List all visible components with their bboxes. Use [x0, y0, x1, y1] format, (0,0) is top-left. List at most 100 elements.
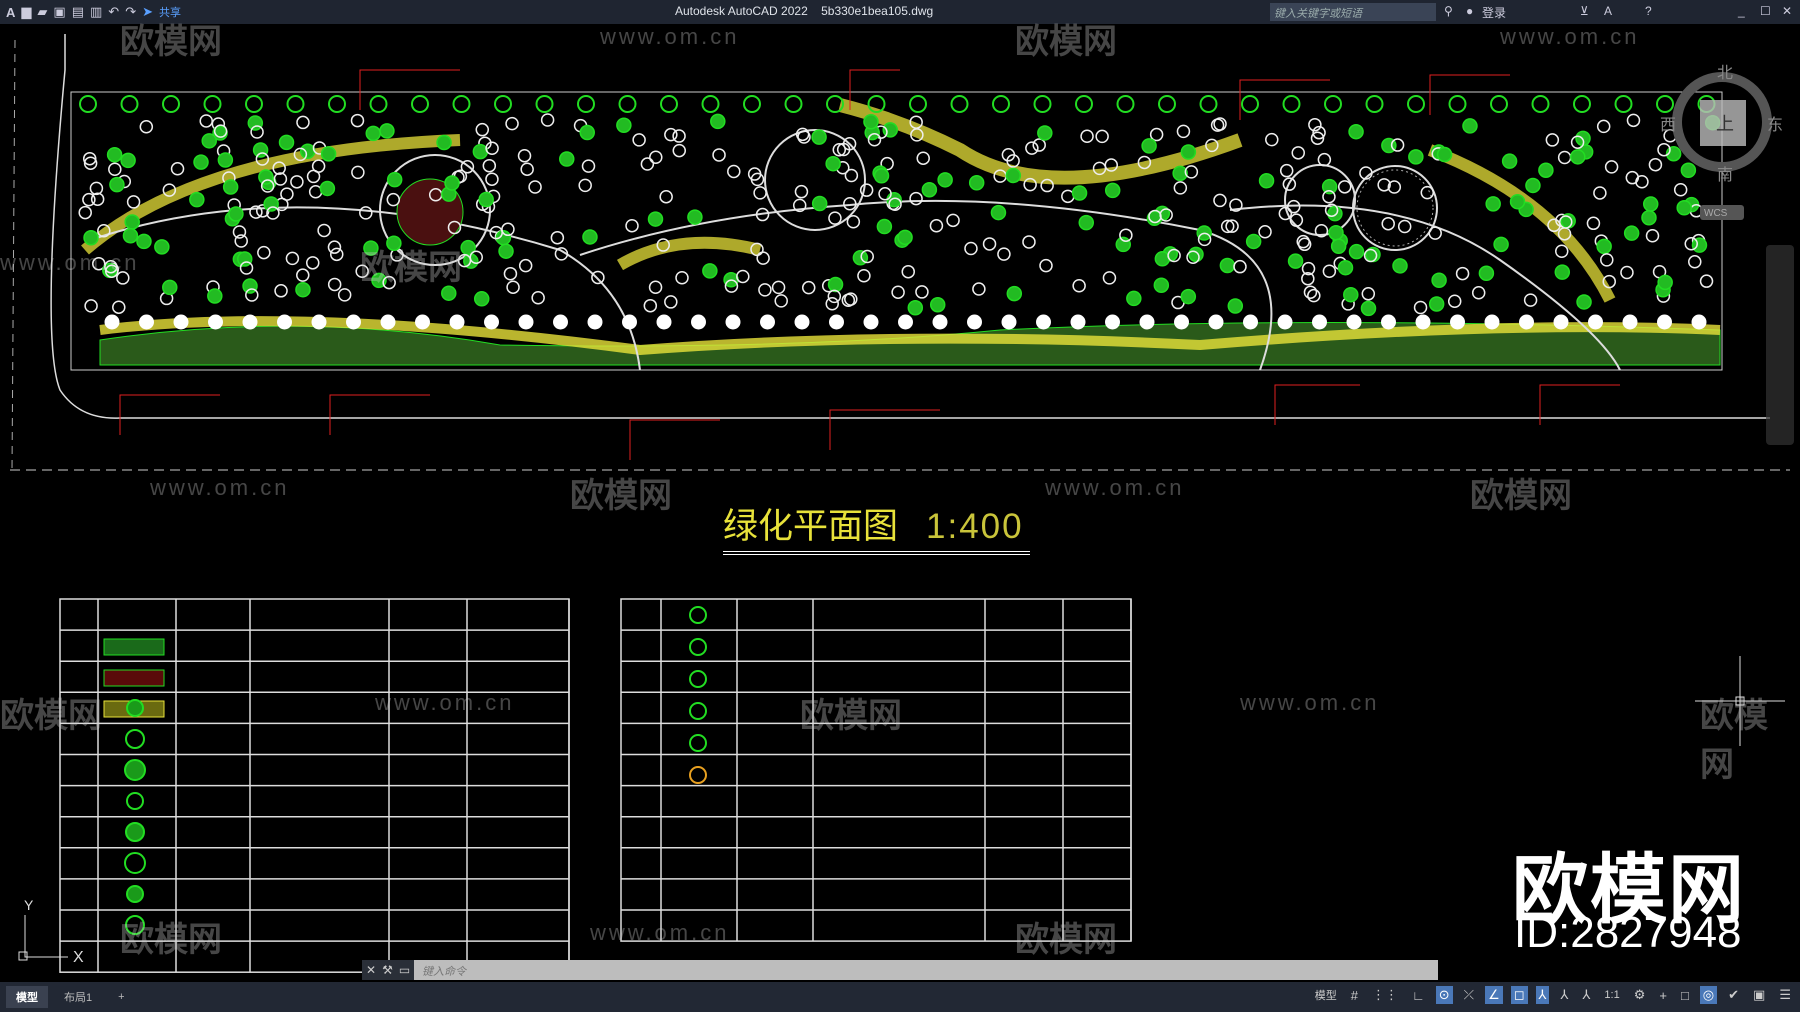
- undo-icon[interactable]: ↶: [108, 4, 119, 20]
- customize-icon[interactable]: ⚒: [382, 963, 393, 977]
- plus-icon[interactable]: +: [1656, 987, 1670, 1004]
- tree-symbol: [1588, 314, 1603, 330]
- tree-symbol: [1277, 314, 1293, 330]
- annotation-scale-icon[interactable]: ⅄: [1579, 986, 1593, 1004]
- ortho-icon[interactable]: ∟: [1409, 987, 1428, 1004]
- shrub-symbol: [736, 269, 750, 284]
- shrub-symbol: [1501, 153, 1518, 169]
- shrub-symbol: [1176, 124, 1191, 139]
- model-space-button[interactable]: 模型: [1312, 986, 1340, 1004]
- viewcube-south[interactable]: 南: [1717, 166, 1733, 184]
- shrub-symbol: [1645, 228, 1660, 243]
- help-icon[interactable]: ?: [1645, 4, 1652, 18]
- viewcube-east[interactable]: 东: [1767, 116, 1783, 134]
- close-button[interactable]: ✕: [1782, 4, 1792, 18]
- shrub-symbol: [379, 123, 395, 139]
- shrub-symbol: [859, 183, 874, 197]
- shrub-symbol: [632, 133, 646, 147]
- shrub-symbol: [78, 205, 92, 220]
- cart-icon[interactable]: ⊻: [1580, 4, 1589, 18]
- shrub-symbol: [82, 192, 96, 207]
- tree-symbol: [1448, 95, 1467, 113]
- tree-symbol: [794, 314, 810, 330]
- tree-symbol: [1033, 95, 1052, 113]
- navigation-bar[interactable]: [1766, 245, 1794, 445]
- shrub-symbol: [1327, 205, 1343, 222]
- wcs-menu[interactable]: WCS: [1704, 208, 1728, 219]
- minimize-button[interactable]: _: [1738, 4, 1745, 18]
- shrub-symbol: [647, 211, 664, 227]
- redo-icon[interactable]: ↷: [125, 4, 136, 20]
- viewcube-north[interactable]: 北: [1717, 64, 1733, 82]
- plot-icon[interactable]: ▥: [90, 4, 102, 20]
- shrub-symbol: [441, 285, 457, 301]
- ucs-y-label: Y: [24, 897, 34, 913]
- shrub-symbol: [258, 169, 274, 185]
- shrub-symbol: [193, 154, 209, 170]
- viewcube-top[interactable]: 上: [1716, 114, 1734, 134]
- tree-symbol: [898, 314, 913, 330]
- shrub-symbol: [664, 295, 678, 309]
- ucs-icon: Y X: [18, 897, 84, 966]
- tree-symbol: [577, 95, 595, 113]
- shrub-symbol: [916, 151, 930, 165]
- viewcube-west[interactable]: 西: [1660, 117, 1676, 134]
- shrub-symbol: [1431, 272, 1447, 288]
- shrub-symbol: [236, 251, 253, 267]
- grid-icon[interactable]: #: [1348, 987, 1361, 1004]
- shrub-symbol: [1657, 274, 1673, 291]
- osnap-icon[interactable]: ◻: [1510, 986, 1528, 1004]
- shrub-symbol: [1022, 235, 1036, 249]
- search-input[interactable]: 键入关键字或短语: [1270, 3, 1436, 21]
- close-command-icon[interactable]: ✕: [366, 963, 376, 977]
- shrub-symbol: [1095, 129, 1109, 144]
- shrub-symbol: [329, 247, 344, 262]
- add-layout-button[interactable]: +: [108, 988, 134, 1006]
- command-line: ✕ ⚒ ▭ 键入命令: [362, 960, 1438, 980]
- isodraft-icon[interactable]: ⤫: [1461, 986, 1477, 1004]
- shrub-symbol: [1328, 224, 1344, 241]
- osnap-tracking-icon[interactable]: ∠: [1485, 986, 1503, 1004]
- share-icon[interactable]: ➤: [142, 4, 153, 20]
- save-icon[interactable]: ▣: [53, 4, 65, 20]
- shrub-symbol: [857, 269, 871, 283]
- clean-screen-icon[interactable]: ▣: [1750, 986, 1768, 1004]
- shrub-symbol: [591, 270, 605, 285]
- save-as-icon[interactable]: ▤: [72, 4, 84, 20]
- shrub-symbol: [317, 223, 331, 238]
- open-icon[interactable]: ▰: [37, 4, 47, 20]
- autodesk-app-icon[interactable]: A: [1604, 4, 1612, 18]
- plant-legend-symbol: [689, 606, 707, 624]
- tree-symbol: [622, 314, 637, 330]
- tab-model[interactable]: 模型: [6, 986, 48, 1008]
- shrub-symbol: [643, 298, 658, 313]
- tree-symbol: [415, 314, 430, 330]
- maximize-button[interactable]: ☐: [1760, 4, 1771, 18]
- annotation-scale[interactable]: 1:1: [1601, 988, 1622, 1002]
- search-icon[interactable]: ⚲: [1444, 4, 1453, 18]
- auto-scale-icon[interactable]: ⅄: [1557, 986, 1571, 1004]
- recent-commands-icon[interactable]: ▭: [399, 963, 410, 977]
- autocad-logo-icon[interactable]: A: [6, 5, 15, 20]
- shrub-symbol: [1576, 294, 1592, 310]
- menu-icon[interactable]: ☰: [1776, 986, 1794, 1004]
- shrub-symbol: [909, 191, 923, 206]
- new-icon[interactable]: ▆: [21, 4, 31, 20]
- share-button[interactable]: 共享: [159, 4, 181, 20]
- shrub-symbol: [901, 264, 916, 279]
- login-button[interactable]: 登录: [1482, 4, 1506, 21]
- gear-icon[interactable]: ⚙: [1631, 986, 1649, 1004]
- shrub-symbol: [1307, 288, 1321, 303]
- units-icon[interactable]: □: [1678, 987, 1692, 1004]
- shrub-symbol: [1343, 286, 1359, 303]
- polar-icon[interactable]: ⊙: [1435, 986, 1453, 1004]
- annotation-visibility-icon[interactable]: ⅄: [1535, 986, 1550, 1004]
- hardware-accel-icon[interactable]: ✔: [1725, 986, 1742, 1004]
- command-input[interactable]: 键入命令: [414, 960, 1438, 980]
- tree-symbol: [369, 95, 388, 113]
- shrub-symbol: [1620, 265, 1634, 280]
- user-icon[interactable]: ●: [1466, 4, 1473, 18]
- isolate-icon[interactable]: ◎: [1699, 986, 1718, 1004]
- tab-layout1[interactable]: 布局1: [54, 986, 102, 1008]
- snap-icon[interactable]: ⋮⋮: [1369, 986, 1401, 1004]
